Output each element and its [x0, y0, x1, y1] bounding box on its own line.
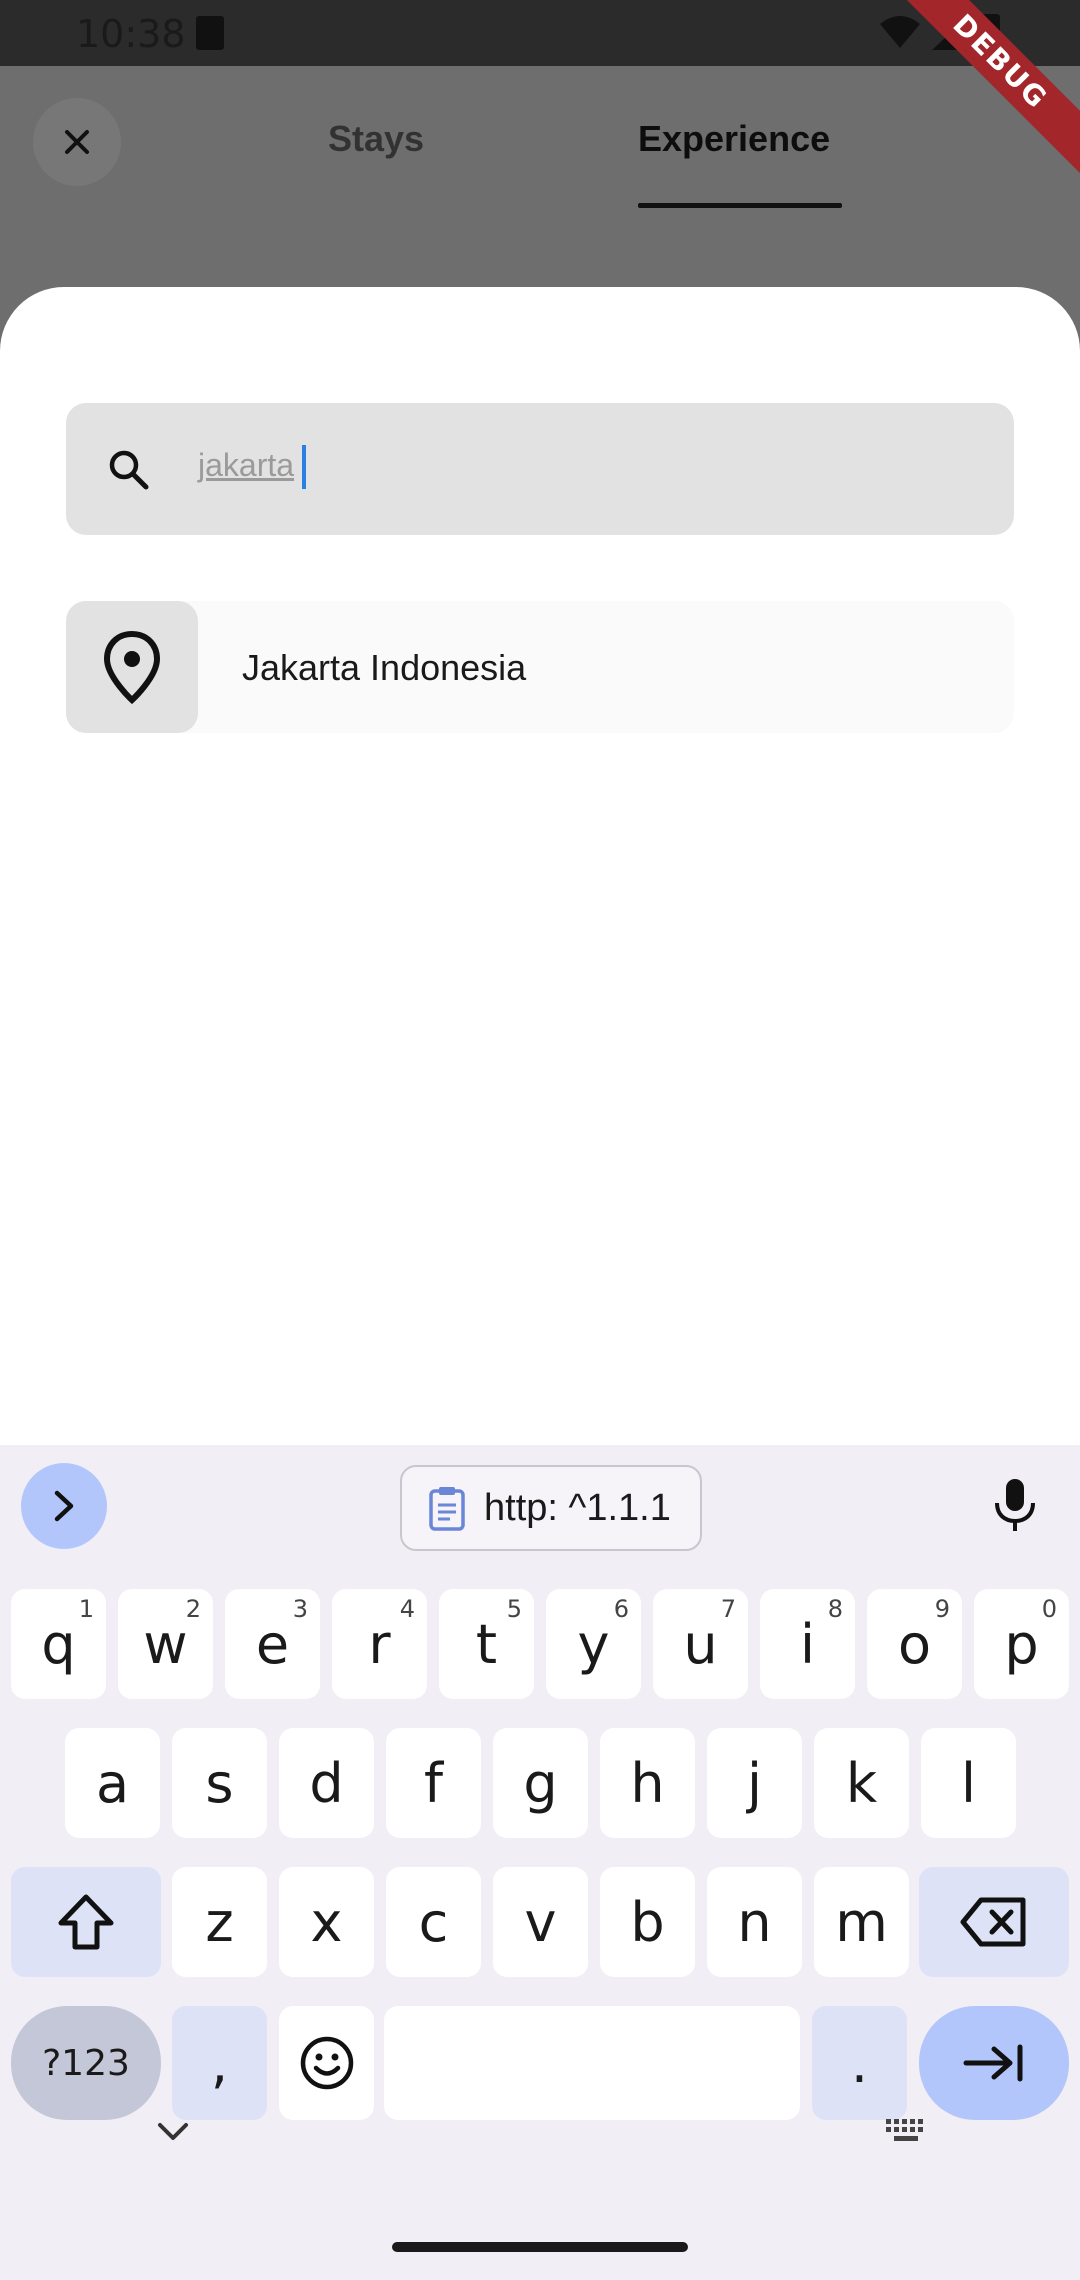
key-label: i — [799, 1612, 815, 1676]
shift-icon — [58, 1894, 114, 1950]
key-w[interactable]: w2 — [118, 1589, 213, 1699]
key-r[interactable]: r4 — [332, 1589, 427, 1699]
key-hint: 3 — [292, 1595, 308, 1623]
tab-next-icon — [963, 2044, 1023, 2082]
close-button[interactable] — [33, 98, 121, 186]
sd-card-icon — [196, 16, 224, 50]
key-a[interactable]: a — [65, 1728, 160, 1838]
search-icon — [109, 450, 149, 490]
backspace-icon — [960, 1897, 1026, 1947]
symbols-key[interactable]: ?123 — [11, 2006, 161, 2120]
shift-key[interactable] — [11, 1867, 161, 1977]
key-y[interactable]: y6 — [546, 1589, 641, 1699]
tab-stays[interactable]: Stays — [328, 118, 424, 160]
key-z[interactable]: z — [172, 1867, 267, 1977]
key-label: e — [255, 1612, 290, 1676]
key-label: t — [475, 1612, 498, 1676]
keyboard-expand-button[interactable] — [21, 1463, 107, 1549]
search-input[interactable]: jakarta — [66, 403, 1014, 535]
key-e[interactable]: e3 — [225, 1589, 320, 1699]
key-hint: 6 — [613, 1595, 629, 1623]
key-x[interactable]: x — [279, 1867, 374, 1977]
chevron-right-icon — [54, 1490, 74, 1522]
key-label: u — [683, 1612, 718, 1676]
close-icon — [65, 130, 89, 154]
hide-keyboard-icon[interactable] — [156, 2121, 190, 2143]
key-b[interactable]: b — [600, 1867, 695, 1977]
key-hint: 8 — [827, 1595, 843, 1623]
clipboard-text: http: ^1.1.1 — [484, 1486, 671, 1529]
comma-key[interactable]: , — [172, 2006, 267, 2120]
key-hint: 5 — [506, 1595, 522, 1623]
key-label: r — [368, 1612, 391, 1676]
backspace-key[interactable] — [919, 1867, 1069, 1977]
key-p[interactable]: p0 — [974, 1589, 1069, 1699]
clipboard-icon — [429, 1487, 465, 1531]
status-time: 10:38 — [76, 12, 186, 56]
emoji-key[interactable] — [279, 2006, 374, 2120]
key-v[interactable]: v — [493, 1867, 588, 1977]
emoji-icon — [300, 2036, 353, 2090]
search-input-value: jakarta — [198, 447, 295, 483]
key-o[interactable]: o9 — [867, 1589, 962, 1699]
key-hint: 9 — [934, 1595, 950, 1623]
result-label: Jakarta Indonesia — [242, 647, 527, 688]
key-k[interactable]: k — [814, 1728, 909, 1838]
key-label: w — [143, 1612, 188, 1676]
key-g[interactable]: g — [493, 1728, 588, 1838]
key-f[interactable]: f — [386, 1728, 481, 1838]
location-pin-icon — [103, 630, 161, 704]
tab-experience[interactable]: Experience — [638, 118, 830, 160]
key-hint: 1 — [78, 1595, 94, 1623]
key-label: q — [41, 1612, 76, 1676]
home-indicator[interactable] — [392, 2242, 688, 2252]
key-hint: 2 — [185, 1595, 201, 1623]
key-m[interactable]: m — [814, 1867, 909, 1977]
next-key[interactable] — [919, 2006, 1069, 2120]
key-c[interactable]: c — [386, 1867, 481, 1977]
key-s[interactable]: s — [172, 1728, 267, 1838]
search-result-item[interactable]: Jakarta Indonesia — [66, 601, 1014, 733]
key-t[interactable]: t5 — [439, 1589, 534, 1699]
key-hint: 7 — [720, 1595, 736, 1623]
space-key[interactable] — [384, 2006, 800, 2120]
microphone-icon[interactable] — [992, 1477, 1038, 1533]
key-l[interactable]: l — [921, 1728, 1016, 1838]
search-sheet: jakarta Jakarta Indonesia — [0, 287, 1080, 1447]
key-j[interactable]: j — [707, 1728, 802, 1838]
keyboard-switch-icon[interactable] — [884, 2117, 930, 2149]
tab-active-indicator — [638, 203, 842, 208]
key-q[interactable]: q1 — [11, 1589, 106, 1699]
key-label: p — [1004, 1612, 1039, 1676]
period-key[interactable]: . — [812, 2006, 907, 2120]
key-d[interactable]: d — [279, 1728, 374, 1838]
key-n[interactable]: n — [707, 1867, 802, 1977]
key-i[interactable]: i8 — [760, 1589, 855, 1699]
key-label: o — [897, 1612, 932, 1676]
text-caret — [302, 445, 306, 489]
key-label: y — [577, 1612, 610, 1676]
key-hint: 0 — [1041, 1595, 1057, 1623]
soft-keyboard: http: ^1.1.1 q1 w2 e3 r4 t5 y6 u7 i8 o9 … — [0, 1445, 1080, 2280]
result-icon-box — [66, 601, 198, 733]
wifi-icon — [880, 16, 920, 48]
key-h[interactable]: h — [600, 1728, 695, 1838]
key-hint: 4 — [399, 1595, 415, 1623]
clipboard-suggestion-chip[interactable]: http: ^1.1.1 — [400, 1465, 702, 1551]
key-u[interactable]: u7 — [653, 1589, 748, 1699]
